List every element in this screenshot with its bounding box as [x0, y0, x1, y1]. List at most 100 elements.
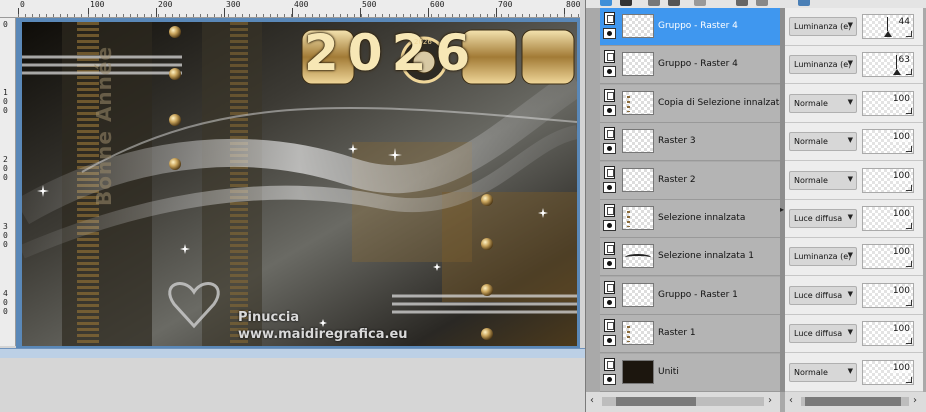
opacity-slider[interactable]: 100: [862, 282, 914, 308]
blend-mode-select[interactable]: Normale ▼: [789, 93, 857, 113]
scroll-thumb[interactable]: [616, 397, 696, 406]
raster-layer-icon[interactable]: [604, 88, 615, 102]
chevron-down-icon[interactable]: ▼: [848, 251, 853, 259]
chevron-down-icon[interactable]: ▼: [848, 21, 853, 29]
ruler-top-label: 500: [362, 0, 377, 9]
opacity-slider-handle[interactable]: [893, 69, 901, 76]
eye-icon[interactable]: [603, 181, 616, 193]
blend-mode-select[interactable]: Normale ▼: [789, 362, 857, 382]
scroll-right-icon[interactable]: ›: [768, 395, 772, 406]
opacity-slider[interactable]: 100: [862, 206, 914, 231]
opacity-slider[interactable]: 100: [862, 321, 914, 347]
canvas-horizontal-scrollbar[interactable]: [0, 348, 585, 358]
group-icon[interactable]: [648, 0, 660, 6]
ruler-top-label: 300: [226, 0, 241, 9]
eye-icon[interactable]: [603, 373, 616, 385]
layer-thumbnail: [622, 321, 654, 346]
opacity-value: 100: [892, 285, 910, 296]
ruler-top-label: 800: [566, 0, 580, 9]
eye-icon[interactable]: [603, 28, 616, 39]
layer-row[interactable]: Copia di Selezione innalzata: [600, 84, 785, 123]
duplicate-icon[interactable]: [668, 0, 680, 6]
chevron-down-icon[interactable]: ▼: [848, 175, 853, 183]
opacity-slider[interactable]: 44: [862, 14, 914, 39]
blend-mode-select[interactable]: Luminanza (e) ▼: [789, 55, 857, 75]
raster-layer-icon[interactable]: [604, 12, 615, 25]
eye-icon[interactable]: [603, 143, 616, 155]
merge-icon[interactable]: [694, 0, 706, 6]
eye-icon[interactable]: [603, 335, 616, 347]
canvas-image[interactable]: 2026 2026 Bonne Année Pinuccia www.maidi…: [22, 22, 577, 346]
ruler-left-label: 3 0 0: [3, 222, 8, 249]
canvas-pane: 0 100 200 300 400 500 600 700 800 0 1 0 0 2 0 0 3 0…: [0, 0, 585, 412]
ruler-left-label: 1 0 0: [3, 88, 8, 115]
eye-icon[interactable]: [603, 66, 616, 78]
resize-corner-icon: [906, 261, 912, 268]
blend-mode-select[interactable]: Luce diffusa ▼: [789, 209, 857, 228]
opacity-slider-handle[interactable]: [884, 31, 892, 37]
layer-row[interactable]: Gruppo - Raster 4: [600, 46, 780, 85]
raster-layer-icon[interactable]: [604, 127, 615, 141]
resize-corner-icon: [906, 223, 912, 229]
layer-row[interactable]: Raster 1: [600, 315, 780, 354]
blend-mode-select[interactable]: Luce diffusa ▼: [789, 324, 857, 344]
eye-icon[interactable]: [603, 296, 616, 308]
opacity-slider[interactable]: 63: [862, 52, 914, 78]
raster-layer-icon[interactable]: [604, 165, 615, 179]
chevron-down-icon[interactable]: ▼: [848, 59, 853, 67]
link-icon[interactable]: [736, 0, 748, 6]
delete-layer-icon[interactable]: [756, 0, 768, 6]
scroll-left-icon[interactable]: ‹: [590, 395, 594, 406]
chevron-down-icon[interactable]: ▼: [848, 213, 853, 221]
layer-row[interactable]: Gruppo - Raster 4: [600, 8, 780, 46]
layer-name: Selezione innalzata 1: [658, 251, 754, 262]
resize-corner-icon: [906, 184, 912, 191]
properties-scrollbar[interactable]: ‹ ›: [785, 392, 926, 412]
layers-toolbar: [586, 0, 926, 8]
eye-icon[interactable]: [603, 258, 616, 270]
layers-list-scrollbar[interactable]: ‹ ›: [586, 392, 780, 412]
resize-corner-icon: [906, 31, 912, 37]
chevron-down-icon[interactable]: ▼: [848, 328, 853, 336]
chevron-down-icon[interactable]: ▼: [848, 367, 853, 375]
raster-layer-icon[interactable]: [604, 280, 615, 294]
layer-row[interactable]: Selezione innalzata: [600, 200, 780, 238]
opacity-slider[interactable]: 100: [862, 90, 914, 116]
blend-mode-select[interactable]: Normale ▼: [789, 132, 857, 152]
blend-mode-select[interactable]: Luminanza (e) ▼: [789, 247, 857, 267]
scroll-left-icon[interactable]: ‹: [789, 395, 793, 406]
new-layer-icon[interactable]: [600, 0, 612, 6]
ruler-top-label: 600: [430, 0, 445, 9]
layer-row[interactable]: Raster 2: [600, 161, 780, 200]
eye-icon[interactable]: [603, 220, 616, 231]
chevron-down-icon[interactable]: ▼: [848, 98, 853, 106]
blend-mode-label: Normale: [794, 137, 828, 147]
artwork-website: www.maidiregrafica.eu: [238, 327, 408, 342]
eye-icon[interactable]: [603, 104, 616, 116]
blend-mode-select[interactable]: Luce diffusa ▼: [789, 285, 857, 305]
blend-mode-select[interactable]: Normale ▼: [789, 170, 857, 190]
layer-row[interactable]: Raster 3: [600, 123, 780, 162]
raster-layer-icon[interactable]: [604, 50, 615, 64]
opacity-slider[interactable]: 100: [862, 129, 914, 155]
raster-layer-icon[interactable]: [604, 357, 615, 371]
opacity-slider[interactable]: 100: [862, 359, 914, 385]
properties-icon[interactable]: [798, 0, 810, 6]
raster-layer-icon[interactable]: [604, 204, 615, 217]
scroll-thumb[interactable]: [805, 397, 901, 406]
raster-layer-icon[interactable]: [604, 319, 615, 333]
chevron-down-icon[interactable]: ▼: [848, 290, 853, 298]
layer-row[interactable]: Gruppo - Raster 1: [600, 276, 780, 315]
raster-layer-icon[interactable]: [604, 242, 615, 256]
layer-row[interactable]: Selezione innalzata 1: [600, 238, 780, 277]
opacity-slider-line: [896, 55, 897, 70]
layer-row[interactable]: Uniti: [600, 353, 780, 392]
blend-mode-label: Normale: [794, 367, 828, 377]
mask-icon[interactable]: [620, 0, 632, 6]
scroll-right-icon[interactable]: ›: [913, 395, 917, 406]
blend-mode-select[interactable]: Luminanza (e) ▼: [789, 17, 857, 36]
opacity-slider[interactable]: 100: [862, 244, 914, 270]
chevron-down-icon[interactable]: ▼: [848, 136, 853, 144]
layer-name: Raster 1: [658, 328, 696, 339]
opacity-slider[interactable]: 100: [862, 167, 914, 193]
